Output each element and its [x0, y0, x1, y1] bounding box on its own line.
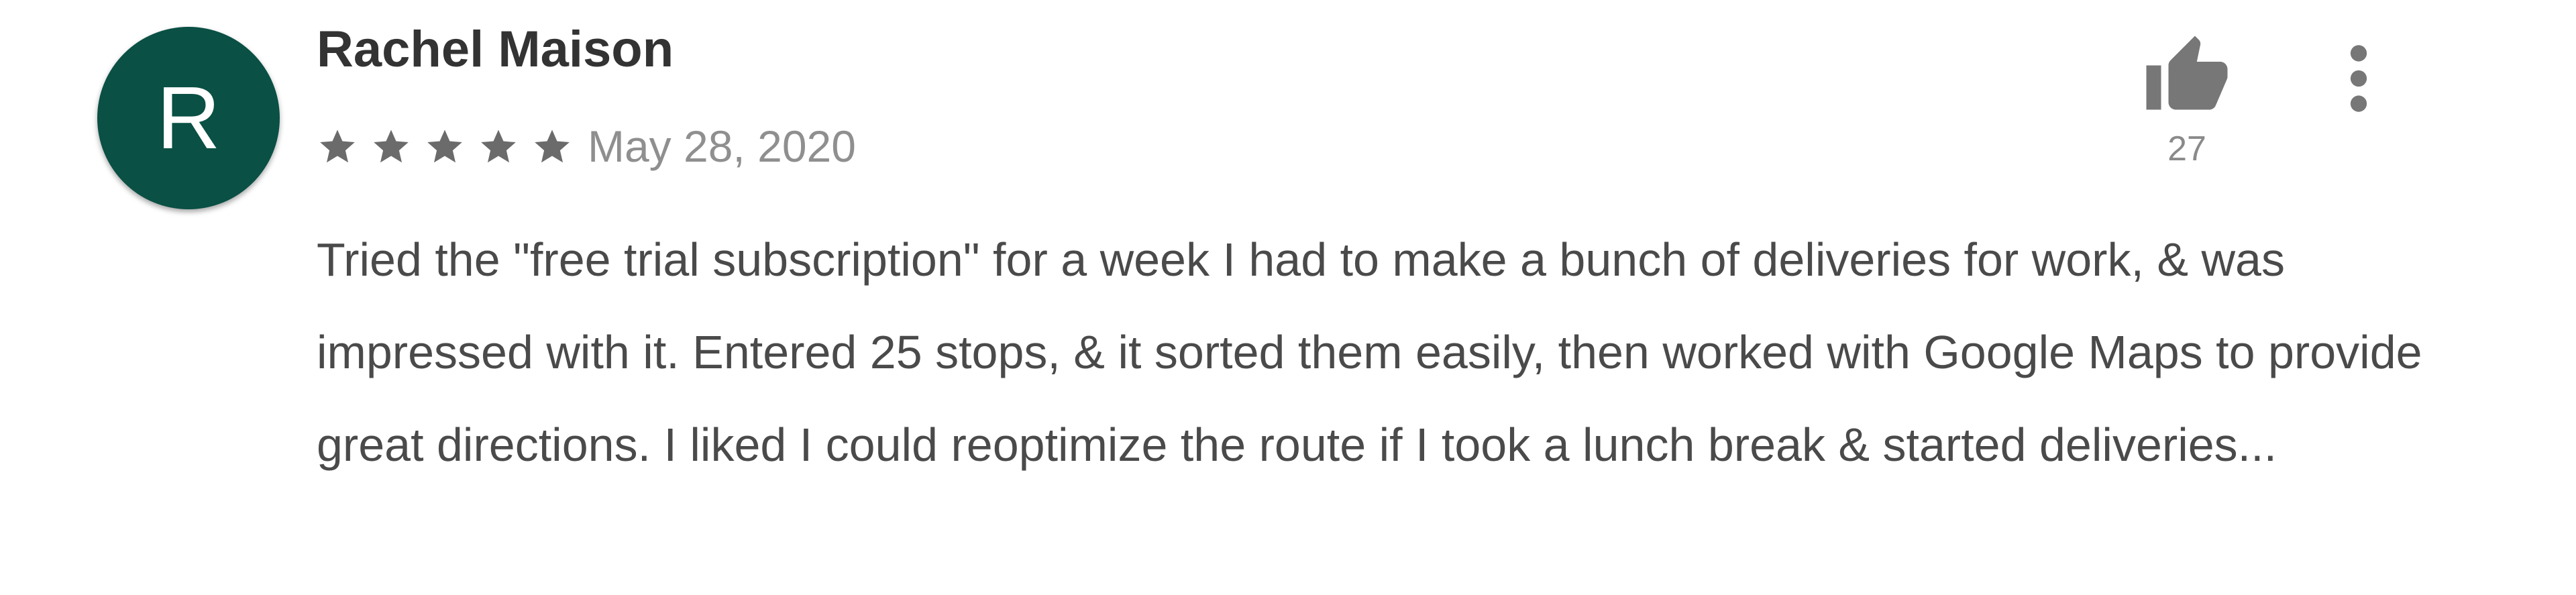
star-icon [535, 129, 570, 163]
helpful-count: 27 [2167, 129, 2206, 168]
avatar: R [97, 27, 280, 209]
rating-row: May 28, 2020 [317, 113, 856, 180]
star-icon [427, 129, 462, 163]
thumbs-up-icon[interactable] [2140, 32, 2234, 121]
more-options-button[interactable] [2339, 42, 2379, 115]
star-icon [374, 129, 409, 163]
helpful-button[interactable]: 27 [2133, 32, 2241, 166]
review-text: Tried the "free trial subscription" for … [317, 233, 2422, 471]
star-rating [317, 125, 573, 167]
more-vert-icon[interactable] [2349, 44, 2369, 113]
reviewer-name: Rachel Maison [317, 21, 674, 78]
review-card: R Rachel Maison May 28, 2020 Tried the "… [0, 0, 2576, 595]
avatar-letter: R [156, 68, 221, 167]
star-icon [481, 129, 516, 163]
star-icon [320, 129, 355, 163]
review-date: May 28, 2020 [588, 121, 856, 171]
